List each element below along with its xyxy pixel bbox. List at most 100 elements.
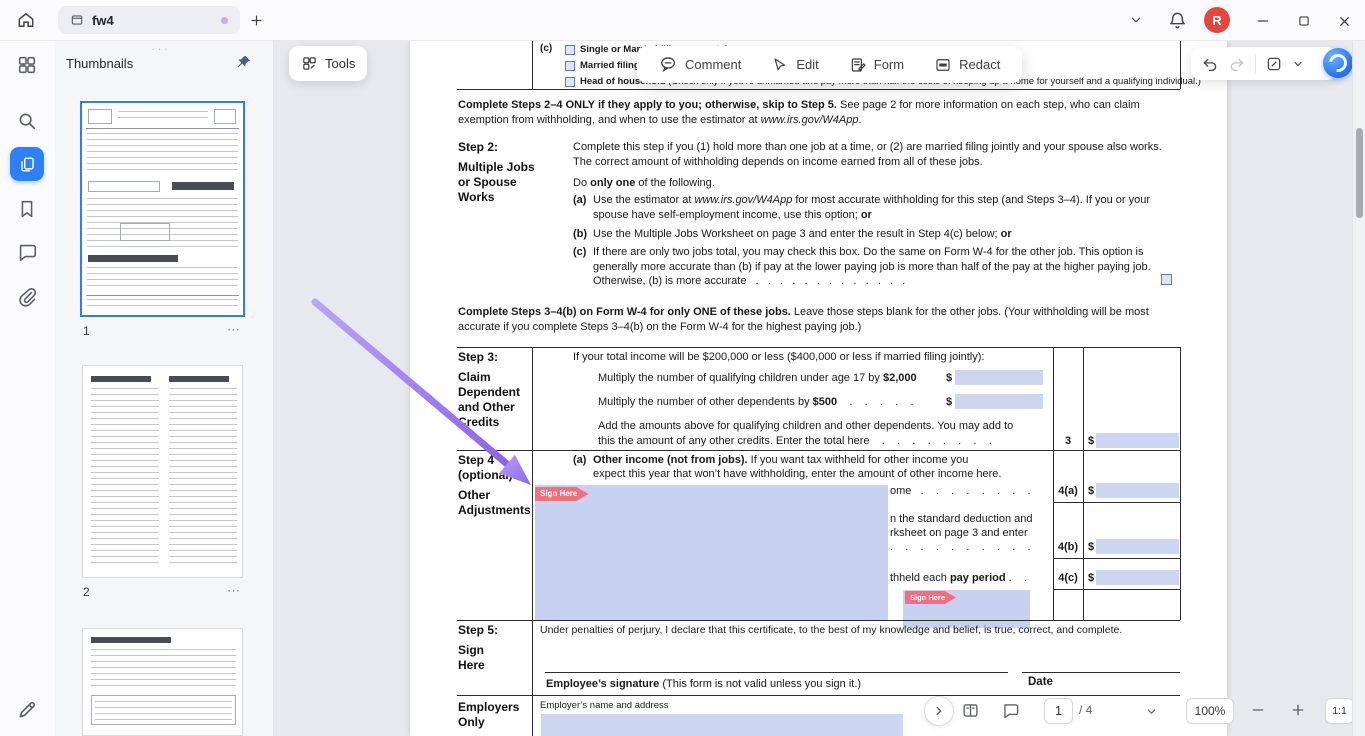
a-or: or xyxy=(861,209,872,221)
step5-label: Step 5: xyxy=(458,623,498,637)
scrollbar-thumb[interactable] xyxy=(1356,128,1363,218)
page-total-label: / 4 xyxy=(1079,703,1092,717)
step2a-text: Use the estimator at www.irs.gov/W4App f… xyxy=(593,193,1180,222)
step2b-text: Use the Multiple Jobs Worksheet on page … xyxy=(593,227,1180,242)
step5-title-2: Here xyxy=(458,658,485,672)
edit-button[interactable]: Edit xyxy=(759,46,830,83)
page-number-input[interactable]: 1 xyxy=(1044,698,1073,724)
step4a-fragment: ome . . . . . . . . xyxy=(890,484,1031,499)
close-icon xyxy=(1337,14,1352,29)
intro-link: www.irs.gov/W4App xyxy=(761,114,859,126)
step4b-currency: $ xyxy=(1088,540,1094,555)
a-pre: Use the estimator at xyxy=(593,194,695,206)
step4a-line2: expect this year that won’t have withhol… xyxy=(593,467,1001,482)
page-thumbnail-2[interactable] xyxy=(82,365,243,578)
fc-pre: thheld each xyxy=(890,572,950,584)
r1-pre: Multiply the number of qualifying childr… xyxy=(598,372,883,384)
new-tab-button[interactable] xyxy=(246,10,266,30)
tabs-dropdown-button[interactable] xyxy=(1128,12,1144,28)
document-tab[interactable]: fw4 xyxy=(58,6,240,34)
step2b-label: (b) xyxy=(573,227,587,242)
pen-tool-button[interactable] xyxy=(16,698,38,720)
step3-children-amount-field[interactable] xyxy=(955,370,1043,385)
redo-icon[interactable] xyxy=(1228,55,1246,73)
user-avatar[interactable]: R xyxy=(1204,7,1230,33)
comment-toggle-button[interactable] xyxy=(1001,701,1020,720)
zoom-level-input[interactable]: 100% xyxy=(1186,698,1234,724)
page-thumbnail-3[interactable] xyxy=(82,628,243,736)
tab-unsaved-dot xyxy=(221,17,228,24)
page-menu-button-2[interactable]: ⋯ xyxy=(227,583,240,599)
panel-drag-handle[interactable]: ··· xyxy=(151,41,170,56)
stamp-tool-icon[interactable] xyxy=(1265,55,1283,73)
page-list-button[interactable] xyxy=(1145,705,1158,718)
vertical-scrollbar[interactable] xyxy=(1352,40,1365,736)
step3-title-3: and Other xyxy=(458,400,515,414)
actual-size-button[interactable]: 1:1 xyxy=(1325,698,1354,724)
page-view-button[interactable] xyxy=(961,701,980,720)
step4a-label: (a) xyxy=(573,453,586,468)
employer-name-field[interactable] xyxy=(541,714,903,736)
employers-label-1: Employers xyxy=(458,700,519,714)
pdf-page: (c) Single or Married filing separately … xyxy=(410,40,1227,736)
step4b-field[interactable] xyxy=(1096,539,1179,554)
filing-married-checkbox[interactable] xyxy=(565,61,575,71)
panel-title: Thumbnails xyxy=(66,56,133,71)
home-button[interactable] xyxy=(14,8,38,32)
step4a-currency: $ xyxy=(1088,484,1094,499)
notifications-button[interactable] xyxy=(1166,9,1188,31)
maximize-button[interactable] xyxy=(1293,10,1315,32)
search-button[interactable] xyxy=(16,110,38,132)
step4a-bold: Other income (not from jobs). xyxy=(593,454,748,466)
thumbnails-panel-button[interactable] xyxy=(10,147,44,181)
attachments-button[interactable] xyxy=(16,286,38,308)
steps34-note: Complete Steps 3–4(b) on Form W-4 for on… xyxy=(458,305,1180,334)
step4c-field[interactable] xyxy=(1096,570,1179,585)
comments-button[interactable] xyxy=(16,241,38,263)
apps-grid-button[interactable] xyxy=(16,54,38,76)
pin-panel-button[interactable] xyxy=(235,54,253,72)
r3-leader-dots: . . . . . . . . xyxy=(870,435,992,447)
p2-pre: Do xyxy=(573,177,590,189)
comment-button[interactable]: Comment xyxy=(647,46,753,83)
step3-row1-currency: $ xyxy=(946,371,952,386)
form-icon xyxy=(849,56,867,74)
avatar-initial: R xyxy=(1212,13,1221,28)
thumbnails-panel: ··· Thumbnails 1 ⋯ 2 xyxy=(55,40,274,736)
undo-icon[interactable] xyxy=(1201,55,1219,73)
step2c-checkbox[interactable] xyxy=(1161,274,1172,285)
step2-title-3: Works xyxy=(458,190,494,204)
fc-dots: . . xyxy=(1006,572,1027,584)
minimize-button[interactable] xyxy=(1252,10,1274,32)
step4a-field[interactable] xyxy=(1096,483,1179,498)
filing-single-checkbox[interactable] xyxy=(565,45,575,55)
note-bold: Complete Steps 3–4(b) on Form W-4 for on… xyxy=(458,306,791,318)
redact-button[interactable]: Redact xyxy=(922,46,1012,83)
page-menu-button-1[interactable]: ⋯ xyxy=(227,322,240,338)
tools-button[interactable]: Tools xyxy=(289,46,367,81)
step3-dependents-amount-field[interactable] xyxy=(955,394,1043,409)
step2c-label: (c) xyxy=(573,245,586,260)
step2-title-2: or Spouse xyxy=(458,175,517,189)
page-number-label-1: 1 xyxy=(83,324,90,338)
zoom-in-button[interactable] xyxy=(1290,702,1306,718)
left-icon-rail xyxy=(0,40,56,736)
page-thumbnail-1[interactable] xyxy=(82,103,243,315)
bookmarks-button[interactable] xyxy=(16,198,38,220)
chevron-right-icon xyxy=(932,704,946,718)
step4-label: Step 4 xyxy=(458,453,494,467)
a-link: www.irs.gov/W4App xyxy=(695,194,793,206)
redact-label: Redact xyxy=(959,57,1000,72)
redact-icon xyxy=(934,56,952,74)
expand-panel-button[interactable] xyxy=(924,696,954,726)
tool-dropdown-chevron-icon[interactable] xyxy=(1292,58,1304,70)
filing-head-checkbox[interactable] xyxy=(565,77,575,87)
ai-assistant-button[interactable] xyxy=(1323,48,1353,78)
step4a-rest: If you want tax withheld for other incom… xyxy=(748,454,969,466)
signature-field-large[interactable] xyxy=(535,485,888,620)
comment-icon xyxy=(659,55,678,74)
close-button[interactable] xyxy=(1333,10,1355,32)
zoom-out-button[interactable] xyxy=(1250,702,1266,718)
form-button[interactable]: Form xyxy=(837,46,916,83)
step3-total-field[interactable] xyxy=(1096,433,1179,448)
